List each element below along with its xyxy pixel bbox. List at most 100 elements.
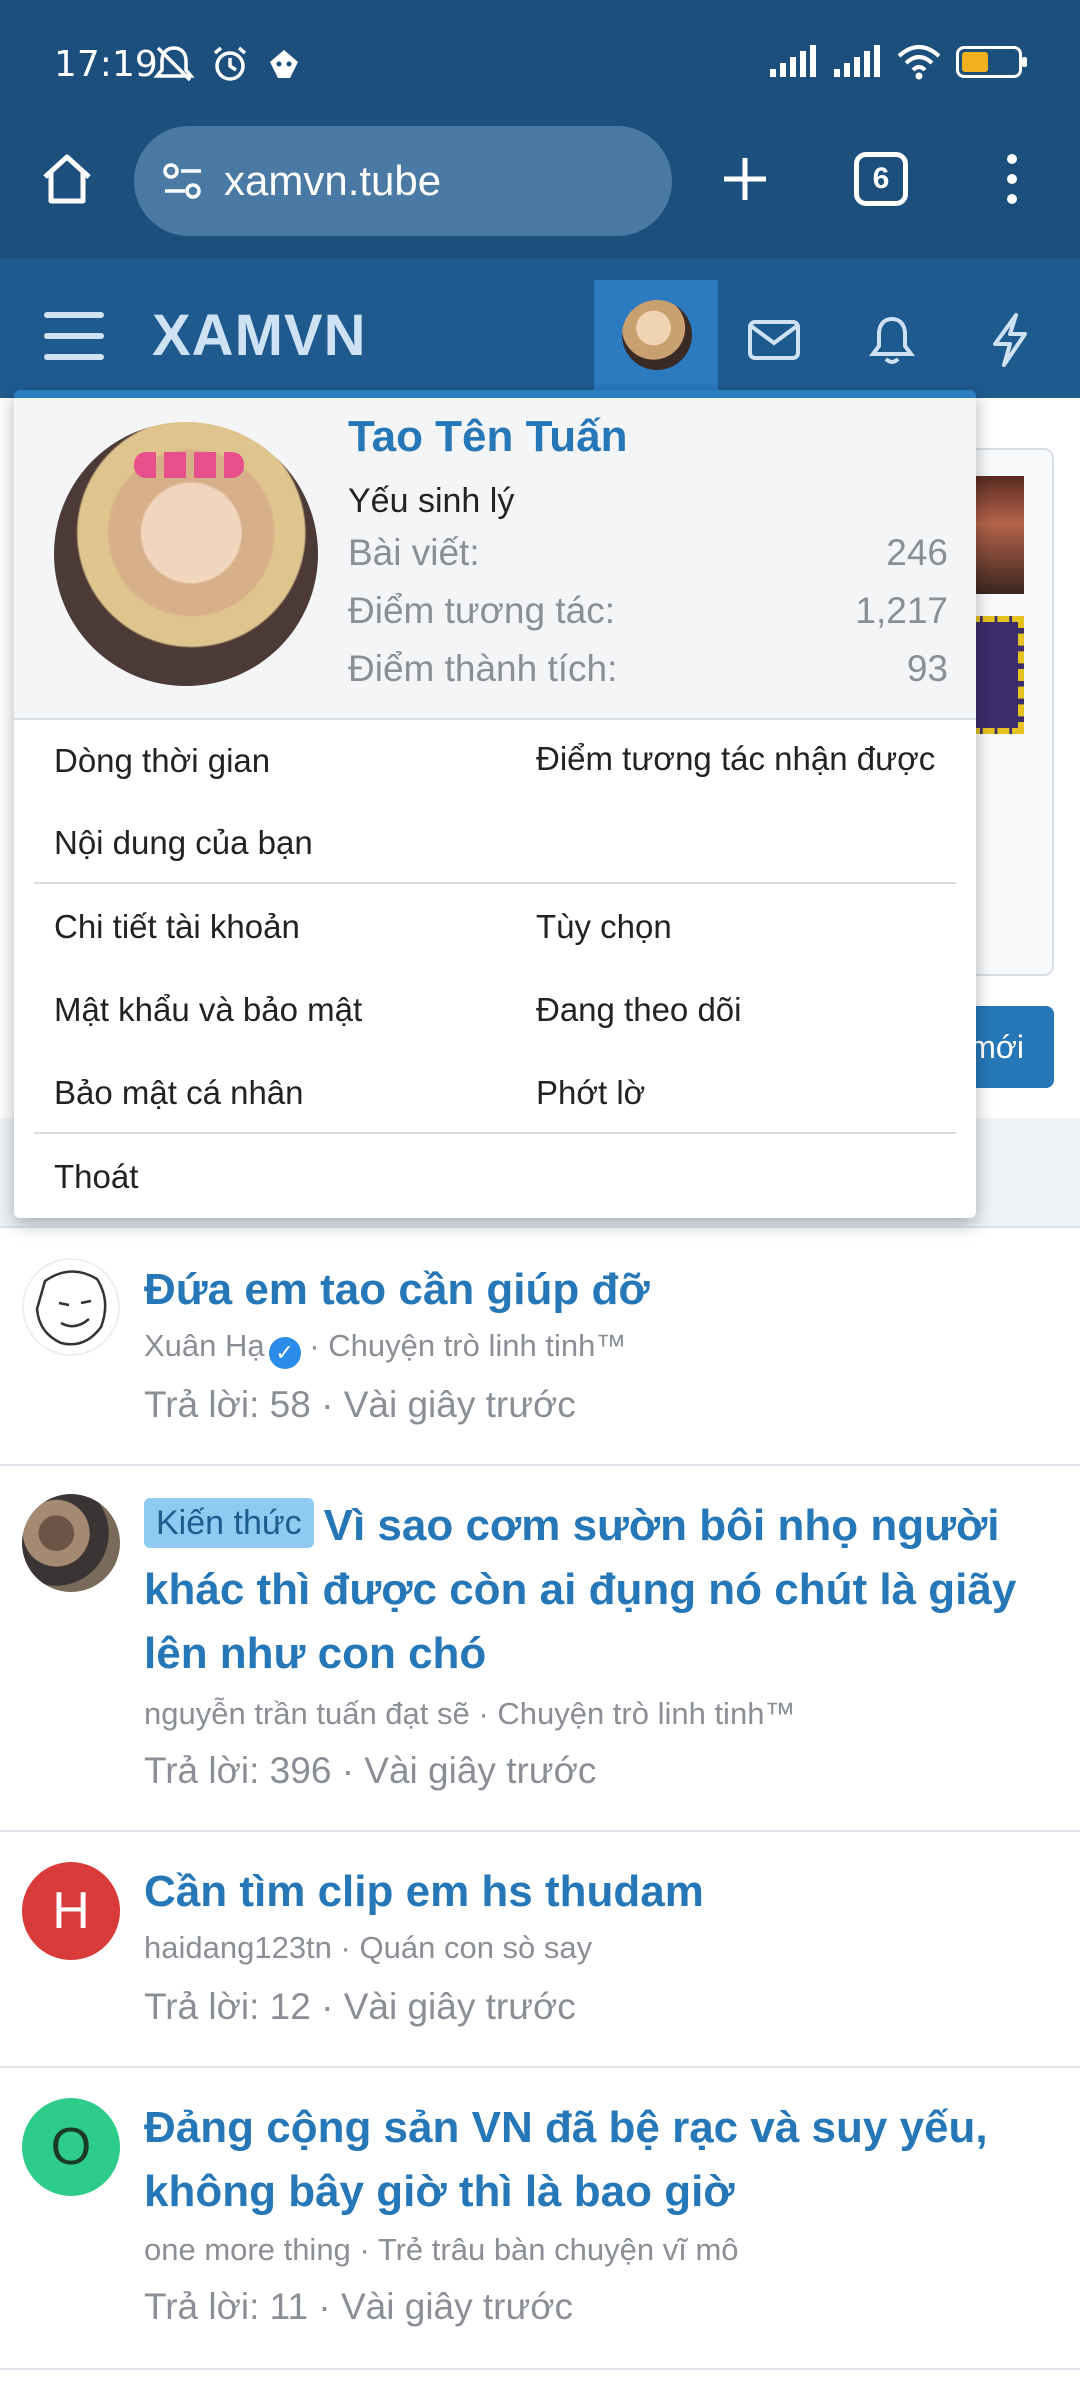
menu-link-preferences[interactable]: Tùy chọn (536, 908, 672, 946)
menu-link-your-content[interactable]: Nội dung của bạn (54, 824, 313, 862)
dot-icon (1007, 154, 1017, 164)
status-time: 17:19 (54, 44, 158, 85)
menu-link-password-security[interactable]: Mật khẩu và bảo mật (54, 991, 362, 1029)
stat-reactions: Điểm tương tác: 1,217 (348, 590, 948, 631)
thread-stats: Trả lời: 11 · Vài giây trước (144, 2286, 573, 2328)
dot-icon (1007, 194, 1017, 204)
menu-link-account-details[interactable]: Chi tiết tài khoản (54, 908, 300, 946)
thread-author[interactable]: nguyễn trần tuấn đạt sẽ (144, 1696, 470, 1731)
menu-link-following[interactable]: Đang theo dõi (536, 991, 742, 1029)
thread-stats: Trả lời: 396 · Vài giây trước (144, 1750, 596, 1792)
menu-link-reactions-received[interactable]: Điểm tương tác nhận được (536, 734, 936, 784)
thread-stats: Trả lời: 58 · Vài giây trước (144, 1384, 576, 1426)
meta-separator: · (341, 1750, 355, 1791)
browser-chrome: 17:19 xamvn.tube 6 (0, 0, 1080, 258)
status-left-icons (152, 44, 304, 84)
wifi-icon (897, 45, 941, 80)
thread-title[interactable]: Đứa em tao cần giúp đỡ (144, 1258, 1034, 1322)
signal-icon (834, 45, 880, 77)
site-logo[interactable]: XAMVN (152, 302, 366, 369)
thread-title-wrapper: Kiến thức Vì sao cơm sườn bôi nhọ người k… (144, 1494, 1034, 1686)
site-header: XAMVN (0, 258, 1080, 398)
meta-separator: · (318, 2286, 331, 2327)
thread-forum[interactable]: Chuyện trò linh tinh™ (328, 1328, 626, 1363)
last-post-time[interactable]: Vài giây trước (344, 1986, 576, 2027)
meta-separator: · (321, 1384, 334, 1425)
user-title: Yếu sinh lý (348, 482, 515, 520)
signal-icon (770, 45, 816, 77)
last-post-time[interactable]: Vài giây trước (341, 2286, 573, 2327)
meta-separator: · (340, 1930, 351, 1965)
thread-author[interactable]: one more thing (144, 2232, 351, 2267)
browser-menu-button[interactable] (990, 146, 1034, 212)
account-dropdown: Tao Tên Tuấn Yếu sinh lý Bài viết: 246 Đ… (14, 390, 976, 1218)
thread-title[interactable]: Cần tìm clip em hs thudam (144, 1860, 1034, 1924)
home-button[interactable] (34, 146, 100, 212)
inbox-button[interactable] (744, 310, 804, 370)
thread-title[interactable]: Đảng cộng sản VN đã bệ rạc và suy yếu, k… (144, 2096, 1034, 2224)
avatar[interactable]: H (22, 1862, 120, 1960)
status-right-icons (768, 44, 1027, 80)
mute-icon (153, 46, 195, 82)
menu-link-logout[interactable]: Thoát (54, 1158, 138, 1196)
thread-forum[interactable]: Quán con sò say (360, 1930, 593, 1965)
bolt-icon (993, 313, 1027, 367)
menu-link-timeline[interactable]: Dòng thời gian (54, 742, 270, 780)
avatar[interactable] (22, 1258, 120, 1356)
thread-meta: haidang123tn · Quán con sò say (144, 1930, 592, 1966)
avatar[interactable] (22, 1494, 120, 1592)
menu-divider (34, 1132, 956, 1134)
thread-author[interactable]: haidang123tn (144, 1930, 332, 1965)
avatar[interactable] (54, 422, 318, 686)
thread-prefix[interactable]: Kiến thức (144, 1498, 314, 1548)
thread-meta: one more thing · Trẻ trâu bàn chuyện vĩ … (144, 2232, 739, 2268)
reply-count: Trả lời: 396 (144, 1750, 332, 1791)
meta-separator: · (478, 1696, 489, 1731)
status-bar: 17:19 (0, 0, 1080, 130)
avatar[interactable]: O (22, 2098, 120, 2196)
background-thumbnail (968, 616, 1024, 734)
site-settings-icon[interactable] (158, 156, 208, 206)
menu-link-ignoring[interactable]: Phớt lờ (536, 1074, 645, 1112)
app-notification-icon (270, 50, 298, 78)
verified-badge-icon: ✓ (268, 1337, 301, 1369)
url-text: xamvn.tube (224, 157, 442, 204)
reply-count: Trả lời: 11 (144, 2286, 309, 2327)
thread-stats: Trả lời: 12 · Vài giây trước (144, 1986, 576, 2028)
account-summary: Tao Tên Tuấn Yếu sinh lý Bài viết: 246 Đ… (14, 398, 976, 720)
meta-separator: · (321, 1986, 334, 2027)
thread-item: H Cần tìm clip em hs thudam haidang123tn… (0, 1832, 1080, 2068)
thread-author[interactable]: Xuân Hạ (144, 1328, 265, 1363)
whats-new-button[interactable] (980, 310, 1040, 370)
menu-divider (34, 882, 956, 884)
reply-count: Trả lời: 58 (144, 1384, 311, 1425)
account-username[interactable]: Tao Tên Tuấn (348, 412, 627, 462)
tab-switcher-button[interactable]: 6 (854, 152, 908, 206)
bell-icon (869, 316, 915, 364)
alerts-button[interactable] (862, 310, 922, 370)
account-nav-tab[interactable] (594, 280, 718, 398)
thread-meta: nguyễn trần tuấn đạt sẽ · Chuyện trò lin… (144, 1696, 795, 1732)
meta-separator: · (359, 2232, 370, 2267)
thread-forum[interactable]: Chuyện trò linh tinh™ (497, 1696, 795, 1731)
home-icon (43, 154, 91, 204)
battery-icon (956, 46, 1027, 78)
dot-icon (1007, 174, 1017, 184)
thread-item: O Đảng cộng sản VN đã bệ rạc và suy yếu,… (0, 2068, 1080, 2370)
stat-points: Điểm thành tích: 93 (348, 648, 948, 689)
reply-count: Trả lời: 12 (144, 1986, 311, 2027)
plus-icon (724, 158, 766, 200)
thread-item: Kiến thức Vì sao cơm sườn bôi nhọ người k… (0, 1466, 1080, 1832)
last-post-time[interactable]: Vài giây trước (364, 1750, 596, 1791)
envelope-icon (748, 320, 800, 360)
avatar (622, 300, 692, 370)
alarm-icon (213, 46, 247, 81)
background-thumbnail (968, 476, 1024, 594)
menu-link-privacy[interactable]: Bảo mật cá nhân (54, 1074, 304, 1112)
hamburger-menu-button[interactable] (44, 312, 104, 360)
thread-forum[interactable]: Trẻ trâu bàn chuyện vĩ mô (378, 2232, 739, 2267)
last-post-time[interactable]: Vài giây trước (344, 1384, 576, 1425)
thread-item: Đứa em tao cần giúp đỡ Xuân Hạ ✓ · Chuyện… (0, 1228, 1080, 1466)
new-tab-button[interactable] (712, 146, 778, 212)
address-bar[interactable]: xamvn.tube (134, 126, 672, 236)
